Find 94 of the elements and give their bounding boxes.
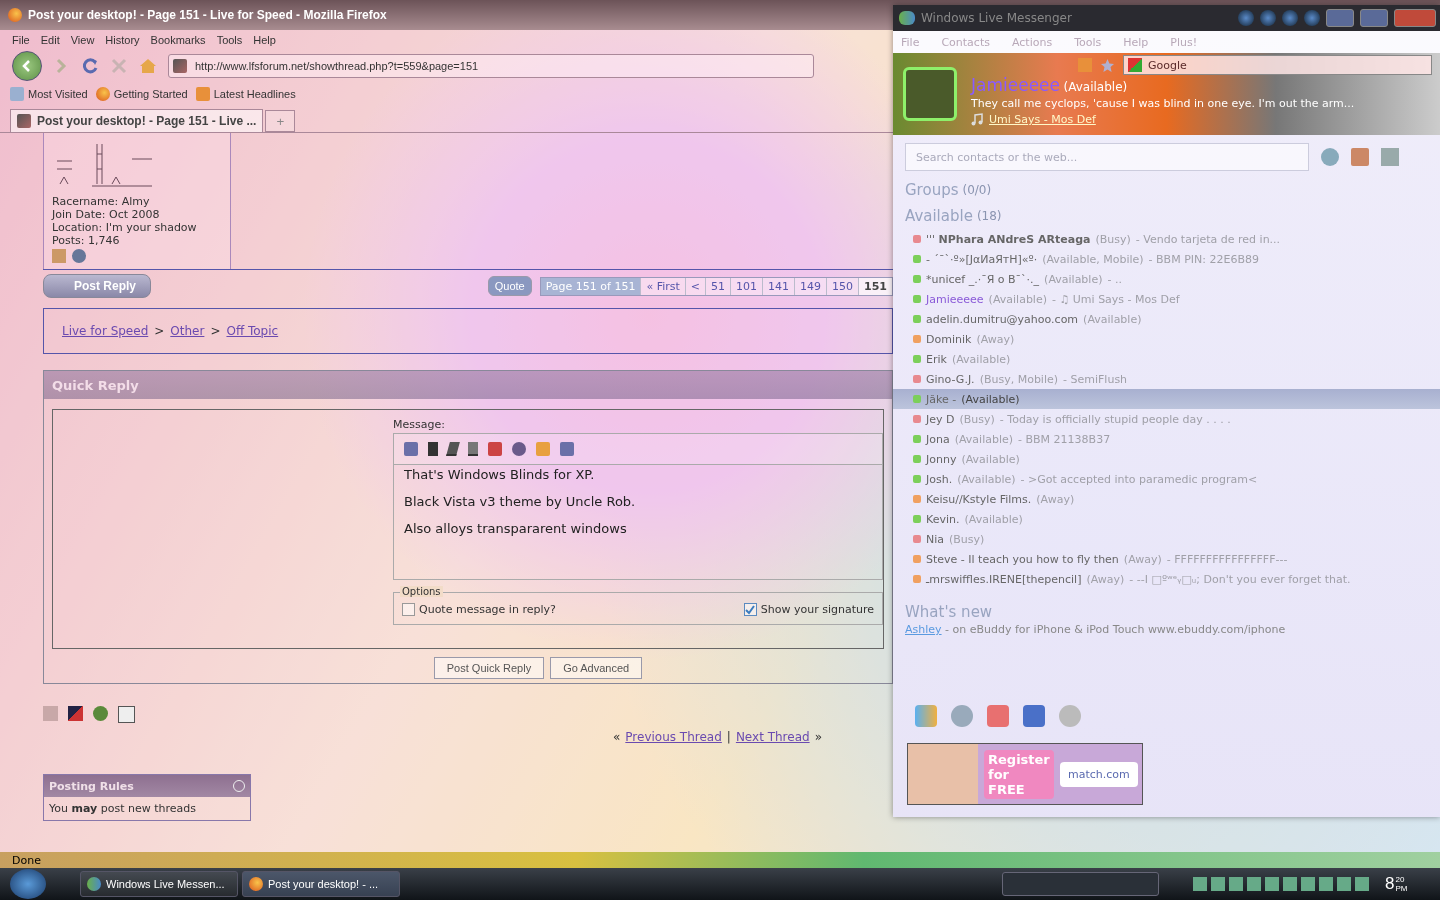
previous-thread-link[interactable]: Previous Thread	[625, 730, 722, 744]
menu-item[interactable]: Bookmarks	[150, 34, 206, 46]
window-title: Windows Live Messenger	[921, 11, 1073, 25]
group-count: (0/0)	[962, 183, 992, 197]
bookmark-item[interactable]: Latest Headlines	[195, 87, 296, 101]
separator-text: |	[726, 730, 731, 744]
menu-item[interactable]: Tools	[216, 34, 243, 46]
breadcrumb-separator: >	[154, 324, 165, 338]
news-item: Ashley - on eBuddy for iPhone & iPod Touch www.ebuddy.com/iphone	[905, 623, 1287, 636]
display-picture[interactable]	[903, 67, 957, 121]
next-thread-link[interactable]: Next Thread	[735, 730, 810, 744]
message-label: Message:	[393, 418, 446, 431]
arrow-left-text: «	[613, 730, 621, 744]
page-link[interactable]: 150	[826, 277, 859, 295]
browser-tab[interactable]: Post your desktop! - Page 151 - Live ...	[10, 109, 264, 132]
taskbar-button[interactable]: Windows Live Messen...	[80, 871, 238, 897]
options-label: Options	[400, 586, 443, 597]
contact-row[interactable]: - ´¯`·º»[JαИaЯтH]«º· (Available, Mobile) - BBM PIN: 22E6B89	[893, 249, 1440, 269]
ad-banner[interactable]: Register for FREE match.com	[907, 743, 1143, 805]
maximize-button[interactable]	[1360, 9, 1388, 27]
menu-item[interactable]: View	[70, 34, 95, 46]
window-title: Post your desktop! - Page 151 - Live for Speed - Mozilla Firefox	[28, 8, 387, 22]
option-checkbox[interactable]: Quote message in reply?	[402, 603, 556, 616]
stop-icon[interactable]	[110, 57, 128, 75]
status-text[interactable]: (Available)	[1063, 80, 1128, 94]
contact-row[interactable]: Jăke - (Available)	[893, 389, 1440, 409]
page-link[interactable]: 51	[705, 277, 731, 295]
breadcrumb-link[interactable]: Off Topic	[226, 324, 279, 338]
contact-row[interactable]: Gino-G.J. (Busy, Mobile) - SemiFlush	[893, 369, 1440, 389]
status-text: Done	[12, 853, 41, 867]
web-search-field[interactable]: Google	[1123, 55, 1432, 75]
option-checkbox[interactable]: Show your signature	[743, 603, 874, 616]
checkbox[interactable]	[402, 603, 415, 616]
profile-detail: Racername: Almy	[52, 195, 151, 208]
new-tab-button[interactable]: +	[265, 110, 296, 132]
now-playing-link[interactable]: Umi Says - Mos Def	[989, 113, 1096, 126]
arrow-right-text: »	[814, 730, 822, 744]
profile-detail: Location: I'm your shadow	[52, 221, 198, 234]
close-button[interactable]	[1394, 9, 1436, 27]
profile-detail: Join Date: Oct 2008	[52, 208, 161, 221]
back-button[interactable]	[12, 51, 42, 81]
panel-title: Quick Reply	[44, 371, 892, 399]
quote-button[interactable]: Quote	[487, 276, 532, 296]
panel-title: Posting Rules	[49, 779, 134, 793]
contact-row[interactable]: adelin.dumitru@yahoo.com (Available)	[893, 309, 1440, 329]
menu-item[interactable]: Help	[253, 34, 276, 46]
rules-text: You may post new threads	[48, 801, 197, 817]
page-indicator: Page 151 of 151	[540, 277, 641, 295]
contact-row[interactable]: Jonny (Available)	[893, 449, 1440, 469]
page-link[interactable]: « First	[640, 277, 685, 295]
media-player-controls[interactable]	[1002, 872, 1159, 896]
brand-logo: match.com	[1060, 761, 1138, 787]
home-icon[interactable]	[138, 56, 158, 76]
star-icon[interactable]	[1100, 57, 1115, 73]
bookmark-item[interactable]: Getting Started	[95, 87, 188, 101]
contact-row[interactable]: Steve - Il teach you how to fly then (Away) - FFFFFFFFFFFFFFFF---	[893, 549, 1440, 569]
address-bar[interactable]: http://www.lfsforum.net/showthread.php?t=559&page=151	[168, 54, 814, 78]
form-button[interactable]: Go Advanced	[550, 657, 643, 679]
menu-item[interactable]: Edit	[40, 34, 60, 46]
personal-message[interactable]: They call me cyclops, 'cause I was blind in one eye. I'm out the arm...	[971, 97, 1355, 110]
start-button[interactable]	[10, 869, 46, 899]
bookmark-item[interactable]: Most Visited	[10, 87, 88, 101]
breadcrumb-separator: >	[210, 324, 221, 338]
contact-row[interactable]: Jey D (Busy) - Today is officially stupid people day . . . .	[893, 409, 1440, 429]
breadcrumb-link[interactable]: Live for Speed	[62, 324, 149, 338]
breadcrumb-link[interactable]: Other	[170, 324, 205, 338]
section-title: What's new	[905, 603, 994, 621]
profile-detail: Posts: 1,746	[52, 234, 121, 247]
reload-icon[interactable]	[80, 56, 100, 76]
taskbar-button[interactable]: Post your desktop! - ...	[242, 871, 400, 897]
contact-row[interactable]: Jona (Available) - BBM 21138B37	[893, 429, 1440, 449]
contact-row[interactable]: Nia (Busy)	[893, 529, 1440, 549]
music-note-icon	[971, 113, 983, 126]
message-field[interactable]: That's Windows Blinds for XP. Black Vista v3 theme by Uncle Rob. Also alloys transpararent windows	[393, 464, 883, 580]
contact-row[interactable]: Erik (Available)	[893, 349, 1440, 369]
menu-item[interactable]: File	[12, 34, 30, 46]
contact-row[interactable]: Jamieeeee (Available) - ♫ Umi Says - Mos Def	[893, 289, 1440, 309]
group-count: (18)	[976, 209, 1002, 223]
page-link[interactable]: 141	[762, 277, 795, 295]
contact-row[interactable]: Kevin. (Available)	[893, 509, 1440, 529]
contact-row[interactable]: *unicef _.·¯Я o B¯`·._ (Available) - ..	[893, 269, 1440, 289]
contact-row[interactable]: Keisu//Kstyle Films. (Away)	[893, 489, 1440, 509]
photo-placeholder	[908, 744, 978, 804]
page-link[interactable]: 151	[858, 277, 892, 295]
checkbox[interactable]	[743, 603, 757, 616]
page-link[interactable]: 149	[794, 277, 827, 295]
page-link[interactable]: 101	[730, 277, 763, 295]
form-button[interactable]: Post Quick Reply	[433, 657, 545, 679]
contact-row[interactable]: Josh. (Available) - >Got accepted into paramedic program<	[893, 469, 1440, 489]
contact-row[interactable]: Dominik (Away)	[893, 329, 1440, 349]
contact-row[interactable]: ''' NPhara ANdreS ARteaga (Busy) - Vendo tarjeta de red in...	[893, 229, 1440, 249]
minimize-button[interactable]	[1326, 9, 1354, 27]
menu-item[interactable]: History	[105, 34, 140, 46]
page-link[interactable]: <	[684, 277, 706, 295]
